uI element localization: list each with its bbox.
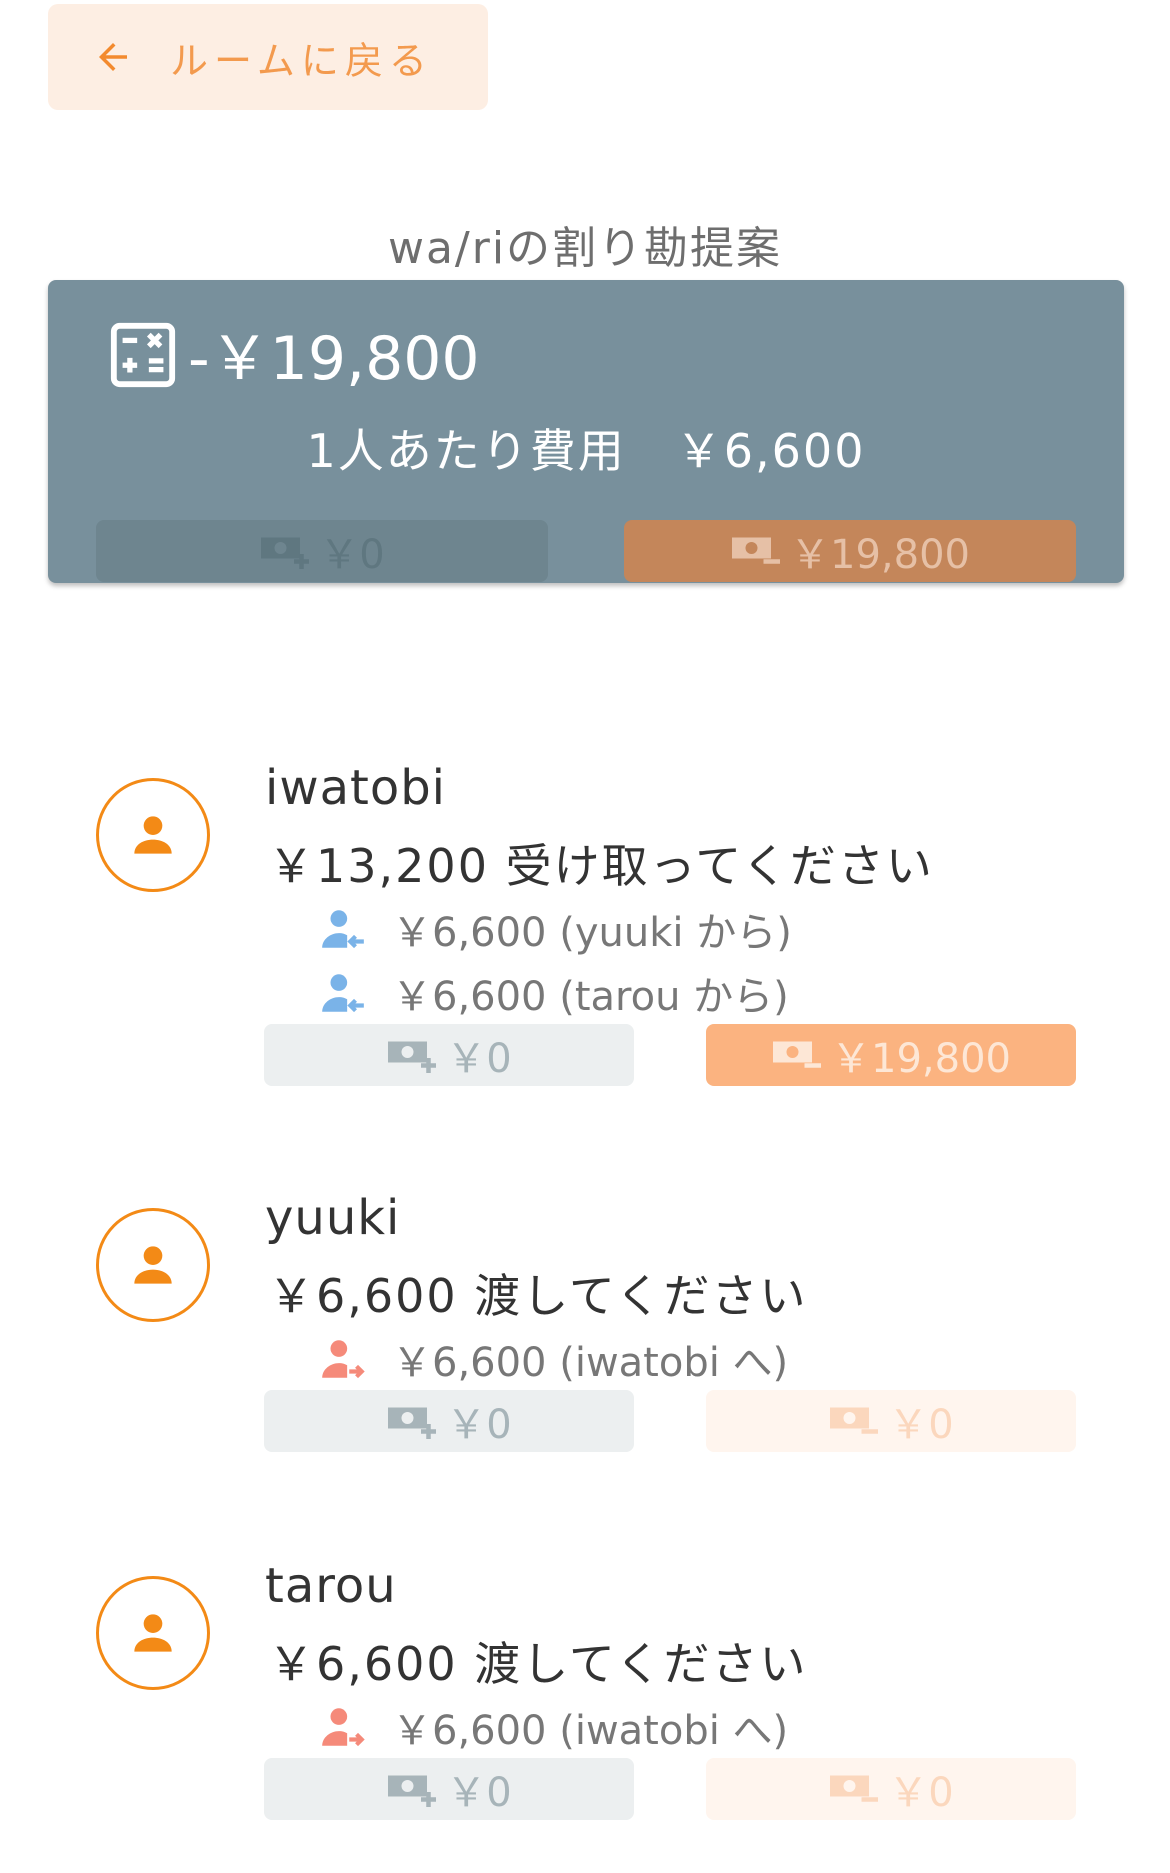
member-instruction: ￥13,200 受け取ってください bbox=[268, 839, 934, 893]
person-icon bbox=[134, 1246, 172, 1284]
money-remove-icon bbox=[732, 537, 781, 564]
money-add-icon bbox=[388, 1775, 437, 1807]
received-amount: ￥0 bbox=[446, 1036, 512, 1082]
paid-amount: ￥19,800 bbox=[831, 1036, 1011, 1082]
transfer-text: ￥6,600 (iwatobi へ) bbox=[392, 1708, 789, 1754]
member-name: yuuki bbox=[265, 1190, 401, 1246]
person-icon bbox=[134, 816, 172, 854]
transfer-item: ￥6,600 (tarou から) bbox=[318, 964, 789, 1022]
back-button-label: ルームに戻る bbox=[170, 38, 433, 83]
avatar bbox=[96, 1576, 210, 1690]
avatar bbox=[96, 778, 210, 892]
person-icon bbox=[134, 1614, 172, 1652]
arrow-left-icon bbox=[99, 43, 127, 71]
money-add-icon bbox=[388, 1041, 437, 1073]
person-send-icon bbox=[322, 1708, 365, 1747]
back-to-room-button[interactable]: ルームに戻る bbox=[48, 4, 488, 110]
received-button[interactable]: ￥0 bbox=[264, 1024, 634, 1086]
received-button[interactable]: ￥0 bbox=[264, 1758, 634, 1820]
paid-button[interactable]: ￥19,800 bbox=[706, 1024, 1076, 1086]
transfer-item: ￥6,600 (iwatobi へ) bbox=[318, 1330, 788, 1388]
total-amount: -￥19,800 bbox=[188, 324, 480, 394]
paid-amount: ￥0 bbox=[888, 1770, 954, 1816]
money-remove-icon bbox=[830, 1407, 879, 1434]
transfer-item: ￥6,600 (yuuki から) bbox=[318, 900, 792, 958]
summary-received-amount: ￥0 bbox=[319, 532, 385, 578]
member-instruction: ￥6,600 渡してください bbox=[268, 1637, 808, 1691]
paid-button[interactable]: ￥0 bbox=[706, 1390, 1076, 1452]
received-amount: ￥0 bbox=[446, 1402, 512, 1448]
transfer-item: ￥6,600 (iwatobi へ) bbox=[318, 1698, 788, 1756]
per-person-cost: 1人あたり費用 ￥6,600 bbox=[48, 415, 1124, 481]
money-remove-icon bbox=[830, 1775, 879, 1802]
person-receive-icon bbox=[322, 974, 364, 1013]
summary-card: -￥19,800 1人あたり費用 ￥6,600 ￥0 ￥19,800 bbox=[48, 280, 1124, 583]
summary-paid-button[interactable]: ￥19,800 bbox=[624, 520, 1076, 582]
per-person-label: 1人あたり費用 bbox=[306, 424, 626, 478]
member-instruction: ￥6,600 渡してください bbox=[268, 1269, 808, 1323]
person-receive-icon bbox=[322, 910, 364, 949]
summary-received-button[interactable]: ￥0 bbox=[96, 520, 548, 582]
section-title: wa/riの割り勘提案 bbox=[387, 223, 783, 274]
summary-paid-amount: ￥19,800 bbox=[790, 532, 970, 578]
received-button[interactable]: ￥0 bbox=[264, 1390, 634, 1452]
transfer-text: ￥6,600 (tarou から) bbox=[392, 974, 789, 1020]
money-add-icon bbox=[261, 537, 310, 569]
member-name: tarou bbox=[265, 1558, 397, 1614]
transfer-text: ￥6,600 (yuuki から) bbox=[392, 910, 792, 956]
transfer-text: ￥6,600 (iwatobi へ) bbox=[392, 1340, 789, 1386]
paid-amount: ￥0 bbox=[888, 1402, 954, 1448]
member-name: iwatobi bbox=[265, 760, 446, 816]
received-amount: ￥0 bbox=[446, 1770, 512, 1816]
per-person-amount: ￥6,600 bbox=[675, 424, 866, 478]
person-send-icon bbox=[322, 1340, 365, 1379]
money-add-icon bbox=[388, 1407, 437, 1439]
paid-button[interactable]: ￥0 bbox=[706, 1758, 1076, 1820]
avatar bbox=[96, 1208, 210, 1322]
calculator-icon bbox=[110, 322, 176, 388]
money-remove-icon bbox=[773, 1041, 822, 1068]
